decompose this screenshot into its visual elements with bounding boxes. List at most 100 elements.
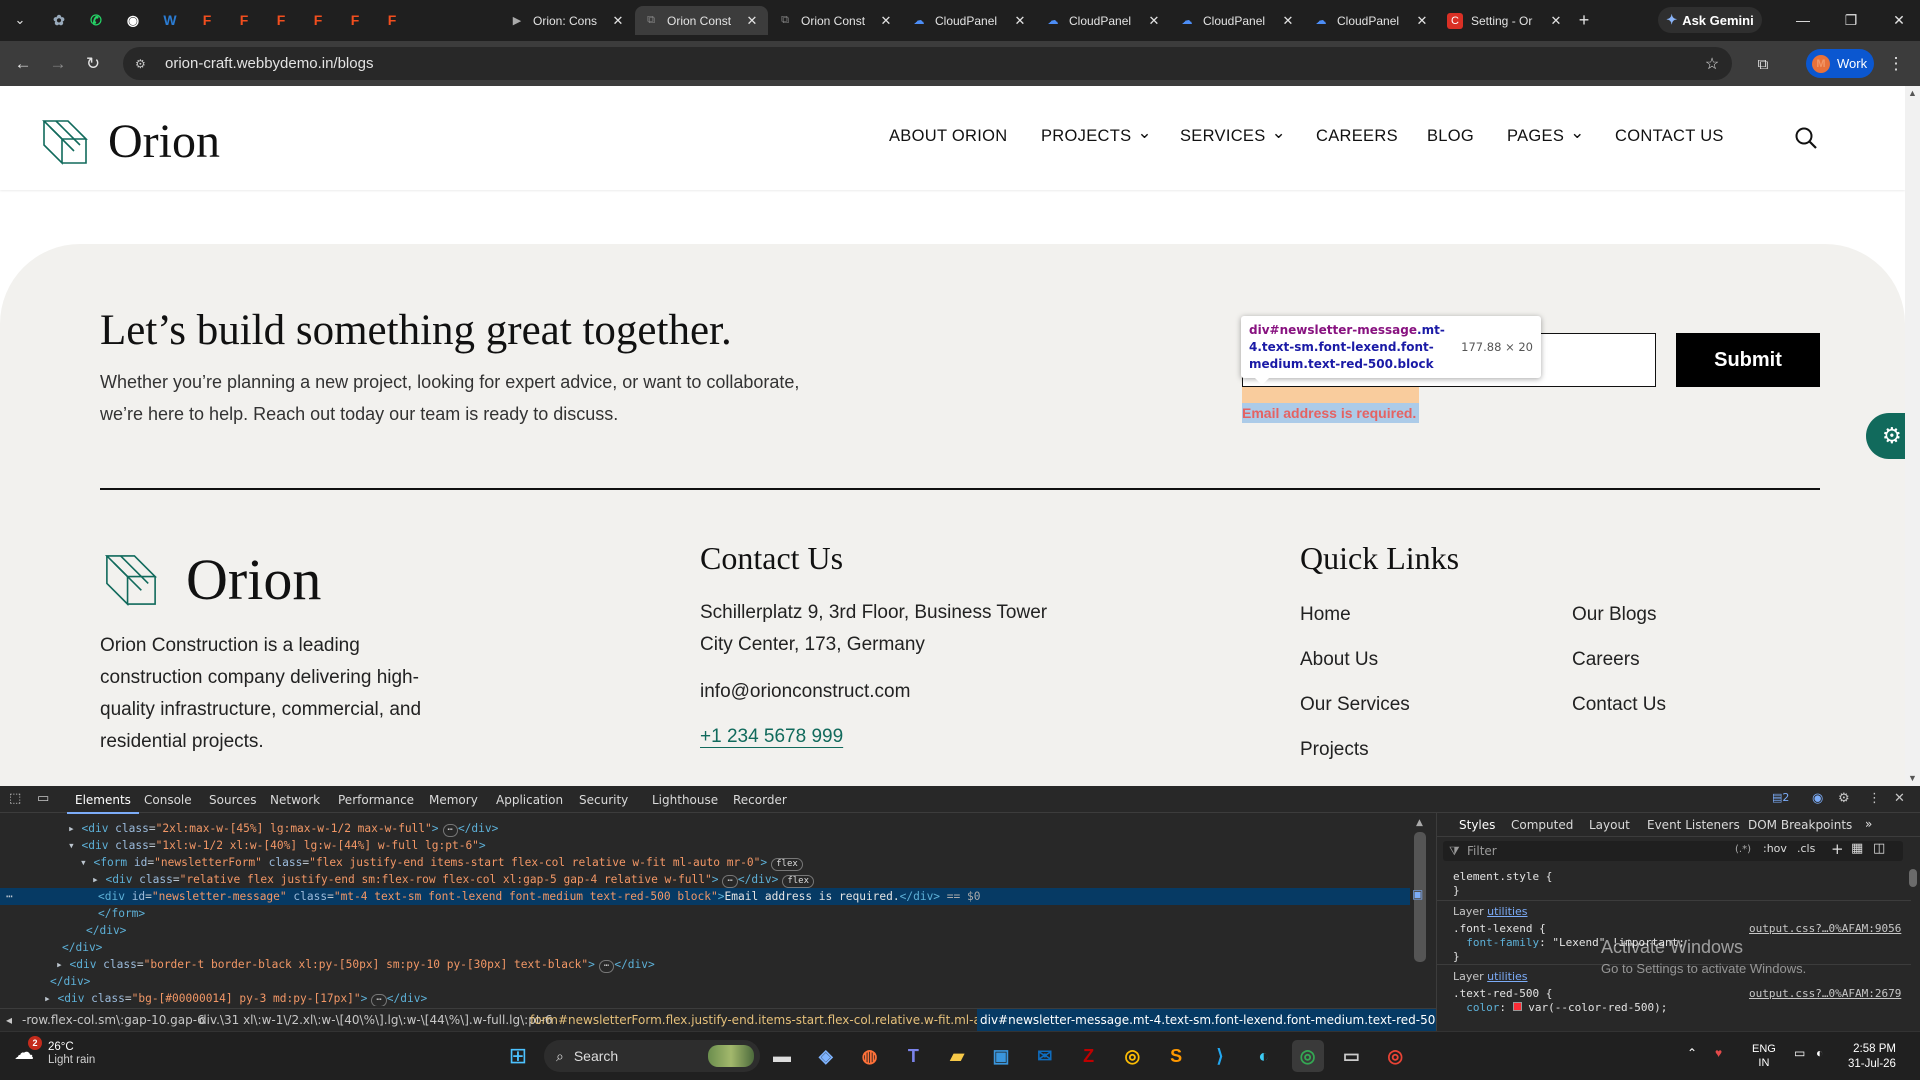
- scroll-down-icon[interactable]: ▼: [1908, 773, 1917, 783]
- devtools-close-icon[interactable]: ✕: [1894, 791, 1905, 806]
- devtools-menu-icon[interactable]: ⋮: [1868, 791, 1881, 806]
- nav-item-careers[interactable]: CAREERS: [1316, 127, 1398, 146]
- devtools-tab-lighthouse[interactable]: Lighthouse: [652, 793, 718, 807]
- browser-tab[interactable]: ☁ CloudPanel ✕: [1037, 6, 1170, 35]
- layer-link[interactable]: utilities: [1487, 905, 1527, 918]
- layer-link[interactable]: utilities: [1487, 970, 1527, 983]
- pinned-tab[interactable]: F: [303, 8, 333, 32]
- devtools-tab-recorder[interactable]: Recorder: [733, 793, 787, 807]
- breadcrumb-item[interactable]: form#newsletterForm.flex.justify-end.ite…: [530, 1009, 1032, 1031]
- quick-link[interactable]: Home: [1300, 604, 1351, 626]
- dom-node[interactable]: ▸ <div class="relative flex justify-end …: [0, 871, 1410, 888]
- site-info-icon[interactable]: ⚙: [135, 57, 151, 71]
- tab-close-icon[interactable]: ✕: [610, 13, 626, 29]
- devtools-tab-elements[interactable]: Elements: [67, 793, 139, 814]
- hov-toggle[interactable]: :hov: [1763, 842, 1787, 855]
- pinned-tab[interactable]: F: [229, 8, 259, 32]
- cls-toggle[interactable]: .cls: [1797, 842, 1815, 855]
- dom-node[interactable]: ▸ <div class="bg-[#00000014] py-3 md:py-…: [0, 990, 1410, 1006]
- bookmark-star-button[interactable]: ☆: [1699, 51, 1725, 77]
- contact-phone-link[interactable]: +1 234 5678 999: [700, 726, 843, 748]
- css-source-link[interactable]: output.css?…0%AFAM:9056: [1749, 922, 1901, 935]
- contact-email-link[interactable]: info@orionconstruct.com: [700, 676, 910, 708]
- dom-node[interactable]: ▾ <form id="newsletterForm" class="flex …: [0, 854, 1410, 871]
- forward-button[interactable]: →: [45, 51, 71, 77]
- taskbar-app[interactable]: ▭: [1335, 1040, 1367, 1072]
- footer-logo[interactable]: Orion: [100, 546, 321, 613]
- styles-tab-styles[interactable]: Styles: [1459, 818, 1495, 832]
- quick-link[interactable]: About Us: [1300, 649, 1378, 671]
- quick-link[interactable]: Our Services: [1300, 694, 1410, 716]
- styles-tab-event-listeners[interactable]: Event Listeners: [1647, 818, 1740, 832]
- reload-button[interactable]: ↻: [80, 51, 106, 77]
- quick-link[interactable]: Contact Us: [1572, 694, 1666, 716]
- taskbar-app[interactable]: ▰: [941, 1040, 973, 1072]
- styles-tab-layout[interactable]: Layout: [1589, 818, 1630, 832]
- sidebar-toggle-icon[interactable]: ◫: [1873, 841, 1885, 856]
- quick-link[interactable]: Careers: [1572, 649, 1640, 671]
- tab-search-dropdown[interactable]: ⌄: [8, 8, 32, 32]
- issues-icon[interactable]: ▤2: [1772, 791, 1789, 804]
- devtools-tab-sources[interactable]: Sources: [209, 793, 256, 807]
- device-toolbar-icon[interactable]: ▭: [37, 791, 49, 806]
- dom-node[interactable]: ▾ <div class="1xl:w-1/2 xl:w-[40%] lg:w-…: [0, 837, 1410, 854]
- dom-node[interactable]: </div>: [0, 939, 1410, 956]
- element-style-rule[interactable]: element.style { }: [1453, 870, 1552, 898]
- devtools-tab-application[interactable]: Application: [496, 793, 563, 807]
- taskbar-app[interactable]: ▣: [985, 1040, 1017, 1072]
- taskbar-app[interactable]: ▬: [766, 1040, 798, 1072]
- tab-close-icon[interactable]: ✕: [1146, 13, 1162, 29]
- tab-close-icon[interactable]: ✕: [1012, 13, 1028, 29]
- page-scrollbar[interactable]: ▲ ▼: [1905, 86, 1920, 786]
- weather-widget[interactable]: ☁ 2 26°C Light rain: [14, 1036, 95, 1066]
- pinned-tab[interactable]: F: [192, 8, 222, 32]
- nav-item-pages[interactable]: PAGES ⌄: [1507, 123, 1585, 146]
- nav-item-contact-us[interactable]: CONTACT US: [1615, 127, 1724, 146]
- dom-node[interactable]: </div>: [0, 922, 1410, 939]
- tray-overflow-icon[interactable]: ⌃: [1687, 1046, 1697, 1060]
- taskbar-app[interactable]: ◎: [1116, 1040, 1148, 1072]
- tab-close-icon[interactable]: ✕: [1280, 13, 1296, 29]
- minimize-button[interactable]: —: [1788, 8, 1818, 32]
- css-rule-text-red[interactable]: .text-red-500 { color: var(--color-red-5…: [1453, 987, 1667, 1015]
- pinned-tab[interactable]: W: [155, 8, 185, 32]
- devtools-tab-network[interactable]: Network: [270, 793, 320, 807]
- extensions-button[interactable]: ⧉: [1750, 51, 1776, 77]
- computed-toggle-icon[interactable]: ▦: [1851, 841, 1863, 856]
- devtools-tab-console[interactable]: Console: [144, 793, 192, 807]
- taskbar-search[interactable]: ⌕ Search: [544, 1040, 760, 1072]
- site-logo[interactable]: Orion: [38, 114, 220, 169]
- browser-tab[interactable]: ▶ Orion: Cons ✕: [501, 6, 634, 35]
- breadcrumb-item-selected[interactable]: div#newsletter-message.mt-4.text-sm.font…: [977, 1009, 1436, 1031]
- breadcrumb-scroll-left[interactable]: ◂: [6, 1009, 12, 1031]
- taskbar-app[interactable]: ◎: [1379, 1040, 1411, 1072]
- profile-button[interactable]: M Work: [1806, 49, 1874, 78]
- breadcrumb-item[interactable]: -row.flex-col.sm\:gap-10.gap-6: [22, 1009, 205, 1031]
- nav-item-services[interactable]: SERVICES ⌄: [1180, 123, 1286, 146]
- taskbar-app[interactable]: S: [1160, 1040, 1192, 1072]
- nav-item-about-orion[interactable]: ABOUT ORION: [889, 127, 1008, 146]
- more-tabs-icon[interactable]: »: [1865, 817, 1872, 831]
- devtools-tab-memory[interactable]: Memory: [429, 793, 478, 807]
- styles-tab-computed[interactable]: Computed: [1511, 818, 1573, 832]
- address-bar[interactable]: ⚙ orion-craft.webbydemo.in/blogs: [123, 47, 1732, 80]
- breadcrumb-item[interactable]: div.\31 xl\:w-1\/2.xl\:w-\[40\%\].lg\:w-…: [199, 1009, 552, 1031]
- ai-assistance-icon[interactable]: ◉: [1812, 791, 1823, 806]
- devtools-tab-performance[interactable]: Performance: [338, 793, 414, 807]
- taskbar-app[interactable]: ◎: [1291, 1040, 1324, 1072]
- dom-node[interactable]: ▸ <div class="border-t border-black xl:p…: [0, 956, 1410, 973]
- devtools-settings-icon[interactable]: ⚙: [1838, 791, 1850, 806]
- taskbar-app[interactable]: ◍: [854, 1040, 886, 1072]
- ai-assist-inline-icon[interactable]: ▣: [1412, 887, 1423, 901]
- pinned-tab[interactable]: F: [266, 8, 296, 32]
- browser-tab[interactable]: ☁ CloudPanel ✕: [1171, 6, 1304, 35]
- search-icon[interactable]: [1794, 126, 1818, 150]
- dom-node[interactable]: </form>: [0, 905, 1410, 922]
- dom-node[interactable]: </div>: [0, 973, 1410, 990]
- taskbar-app[interactable]: T: [897, 1040, 929, 1072]
- taskbar-app[interactable]: Z: [1073, 1040, 1105, 1072]
- pinned-tab[interactable]: F: [340, 8, 370, 32]
- styles-scrollbar[interactable]: [1909, 869, 1917, 887]
- browser-tab[interactable]: ⧉ Orion Const ✕: [635, 6, 768, 35]
- system-clock[interactable]: 2:58 PM 31-Jul-26: [1848, 1042, 1896, 1072]
